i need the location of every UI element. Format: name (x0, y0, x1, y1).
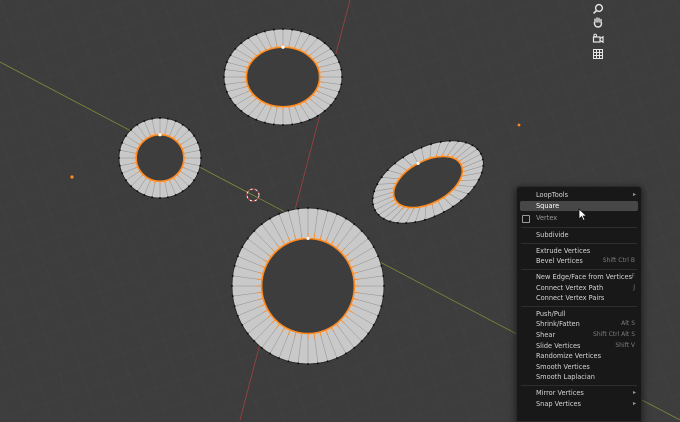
menu-item-push-pull[interactable]: Push/Pull (517, 309, 641, 320)
menu-item-label: LoopTools (536, 191, 569, 199)
menu-item-label: Connect Vertex Path (536, 283, 604, 292)
menu-item-shrink-fatten[interactable]: Shrink/Fatten Alt S (517, 319, 641, 330)
menu-item-label: Square (536, 201, 560, 210)
menu-item-label: Connect Vertex Pairs (536, 294, 605, 303)
menu-separator (521, 384, 637, 386)
grid-icon[interactable] (589, 45, 607, 63)
menu-item-label: Shrink/Fatten (536, 320, 580, 329)
submenu-arrow-icon: ▸ (632, 399, 636, 407)
menu-item-connect-vertex-path[interactable]: Connect Vertex Path J (517, 283, 641, 294)
active-vertex[interactable] (281, 45, 285, 49)
submenu-arrow-icon: ▸ (632, 191, 636, 198)
mouse-cursor-icon (578, 208, 588, 222)
menu-item-shortcut: F (631, 272, 635, 280)
menu-item-label: Bevel Vertices (536, 257, 583, 266)
menu-header-label: Vertex (536, 214, 558, 223)
menu-item-label: Smooth Laplacian (536, 373, 595, 382)
menu-item-bevel-vertices[interactable]: Bevel Vertices Shift Ctrl B (517, 256, 641, 267)
menu-item-label: New Edge/Face from Vertices (536, 272, 633, 281)
menu-item-label: Randomize Vertices (536, 352, 602, 361)
menu-item-connect-vertex-pairs[interactable]: Connect Vertex Pairs (517, 293, 641, 304)
menu-item-new-edge-face[interactable]: New Edge/Face from Vertices F (517, 272, 641, 283)
menu-separator (521, 242, 637, 244)
ring-mesh[interactable] (231, 207, 385, 365)
menu-item-label: Shear (536, 330, 556, 339)
menu-item-shortcut: J (633, 283, 635, 291)
submenu-arrow-icon: ▸ (632, 388, 636, 396)
menu-item-label: Subdivide (536, 231, 569, 240)
menu-item-label: Push/Pull (536, 309, 566, 318)
hand-icon[interactable] (589, 13, 607, 31)
menu-separator (521, 227, 637, 229)
menu-item-shortcut: Shift Ctrl Alt S (593, 330, 635, 338)
object-origin[interactable] (70, 175, 74, 179)
menu-separator (521, 305, 637, 307)
menu-item-label: Slide Vertices (536, 341, 581, 350)
object-origin[interactable] (517, 123, 521, 127)
menu-item-shortcut: Shift V (615, 341, 635, 349)
menu-item-snap-vertices[interactable]: Snap Vertices ▸ (517, 399, 641, 410)
menu-item-label: Mirror Vertices (536, 388, 584, 397)
menu-item-subdivide[interactable]: Subdivide (517, 230, 641, 241)
menu-item-smooth-vertices[interactable]: Smooth Vertices (517, 362, 641, 373)
menu-item-shortcut: Shift Ctrl B (602, 257, 635, 265)
menu-item-shear[interactable]: Shear Shift Ctrl Alt S (517, 330, 641, 341)
menu-item-label: Extrude Vertices (536, 246, 591, 255)
menu-separator (521, 268, 637, 270)
menu-item-extrude-vertices[interactable]: Extrude Vertices (517, 246, 641, 257)
ring-mesh[interactable] (118, 117, 202, 199)
ring-mesh[interactable] (223, 28, 343, 126)
active-vertex[interactable] (306, 236, 310, 241)
menu-item-slide-vertices[interactable]: Slide Vertices Shift V (517, 341, 641, 352)
menu-item-smooth-laplacian[interactable]: Smooth Laplacian (517, 372, 641, 383)
vertex-mode-icon (522, 215, 530, 224)
menu-item-looptools[interactable]: LoopTools ▸ (517, 190, 641, 201)
active-vertex[interactable] (158, 133, 162, 137)
menu-item-mirror-vertices[interactable]: Mirror Vertices ▸ (517, 388, 641, 399)
menu-item-label: Smooth Vertices (536, 362, 590, 371)
menu-item-shortcut: Alt S (621, 320, 635, 328)
menu-item-label: Snap Vertices (536, 399, 581, 408)
menu-item-randomize-vertices[interactable]: Randomize Vertices (517, 351, 641, 362)
